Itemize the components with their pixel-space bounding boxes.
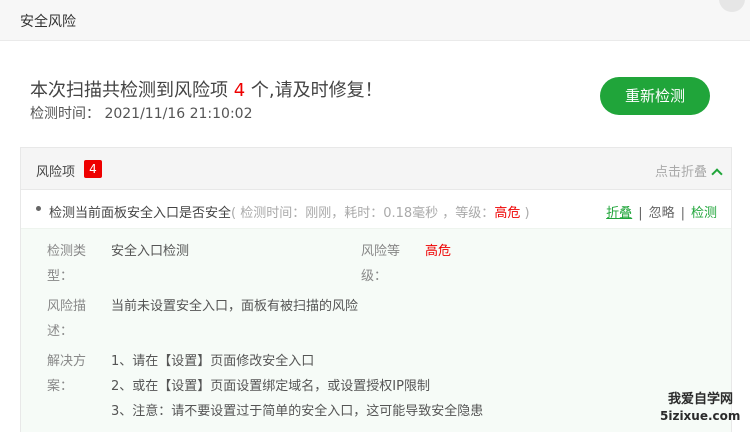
scan-summary: 本次扫描共检测到风险项 4 个,请及时修复！ [30,76,383,102]
risk-item-row: 检测当前面板安全入口是否安全( 检测时间：刚刚，耗时：0.18毫秒 ，等级：高危… [21,190,731,229]
detect-type-label: 检测类型： [47,239,86,289]
fold-link[interactable]: 折叠 [606,206,632,221]
detect-type-label-line2: 型： [47,269,74,284]
bullet-icon [36,206,41,211]
risk-items-label: 风险项 [36,165,76,180]
risk-detail: 检测类型： 安全入口检测 风险等级： 高危 风险描述： 当前未设置安全入口，面板… [21,229,731,432]
risk-item-actions: 折叠 | 忽略 | 检测 [606,202,717,221]
solution-label-line2: 案： [47,379,74,394]
close-button[interactable] [719,0,745,12]
scan-time: 检测时间： 2021/11/16 21:10:02 [30,103,252,123]
risk-count-badge: 4 [84,160,102,178]
watermark-line2: 5izixue.com [660,409,741,423]
risk-item-meta: ( 检测时间：刚刚，耗时：0.18毫秒 ，等级：高危 ) [231,206,530,221]
solution-label-line1: 解决方 [47,354,87,369]
dialog-titlebar: 安全风险 [0,0,750,41]
chevron-up-icon [711,167,723,180]
solution-step: 3、注意：请不要设置过于简单的安全入口，这可能导致安全隐患 [111,404,484,419]
collapse-label: 点击折叠 [654,165,707,180]
risk-desc-value: 当前未设置安全入口，面板有被扫描的风险 [111,299,359,314]
risk-item-level: 高危 [494,206,521,221]
risk-panel-header: 风险项 4 点击折叠 [21,148,731,190]
watermark-line1: 我爱自学网 [668,392,734,407]
collapse-toggle[interactable]: 点击折叠 [654,161,723,180]
dialog-title: 安全风险 [20,14,76,30]
risk-level-label-line2: 级： [361,269,388,284]
solution-step: 2、或在【设置】页面设置绑定域名，或设置授权IP限制 [111,379,430,394]
ignore-link[interactable]: 忽略 [649,206,675,221]
risk-level-label-line1: 风险等 [361,244,401,259]
site-watermark: 我爱自学网 5izixue.com [660,392,750,424]
action-separator: | [680,206,685,221]
risk-level-label: 风险等级： [361,239,400,289]
solution-step: 1、请在【设置】页面修改安全入口 [111,354,315,369]
detect-type-label-line1: 检测类 [47,244,87,259]
summary-suffix: 个,请及时修复！ [250,80,383,101]
risk-desc-label: 风险描述： [47,294,86,344]
action-separator: | [638,206,643,221]
check-link[interactable]: 检测 [691,206,717,221]
detect-type-value: 安全入口检测 [111,244,190,259]
risk-item-meta-open: ( 检测时间：刚刚，耗时：0.18毫秒 ，等级： [231,206,495,221]
risk-count: 4 [233,80,246,101]
scan-time-label: 检测时间： [30,106,100,122]
risk-item-text: 检测当前面板安全入口是否安全( 检测时间：刚刚，耗时：0.18毫秒 ，等级：高危… [49,202,530,221]
risk-item-name: 检测当前面板安全入口是否安全 [49,206,232,221]
summary-prefix: 本次扫描共检测到风险项 [30,80,228,101]
risk-item-meta-close: ) [524,206,530,221]
risk-level-value: 高危 [425,244,452,259]
risk-desc-label-line2: 述： [47,324,74,339]
risk-panel: 风险项 4 点击折叠 检测当前面板安全入口是否安全( 检测时间：刚刚，耗时：0.… [20,147,732,432]
risk-desc-label-line1: 风险描 [47,299,87,314]
solution-label: 解决方案： [47,349,86,399]
scan-time-value: 2021/11/16 21:10:02 [104,106,253,122]
recheck-button[interactable]: 重新检测 [600,77,710,115]
